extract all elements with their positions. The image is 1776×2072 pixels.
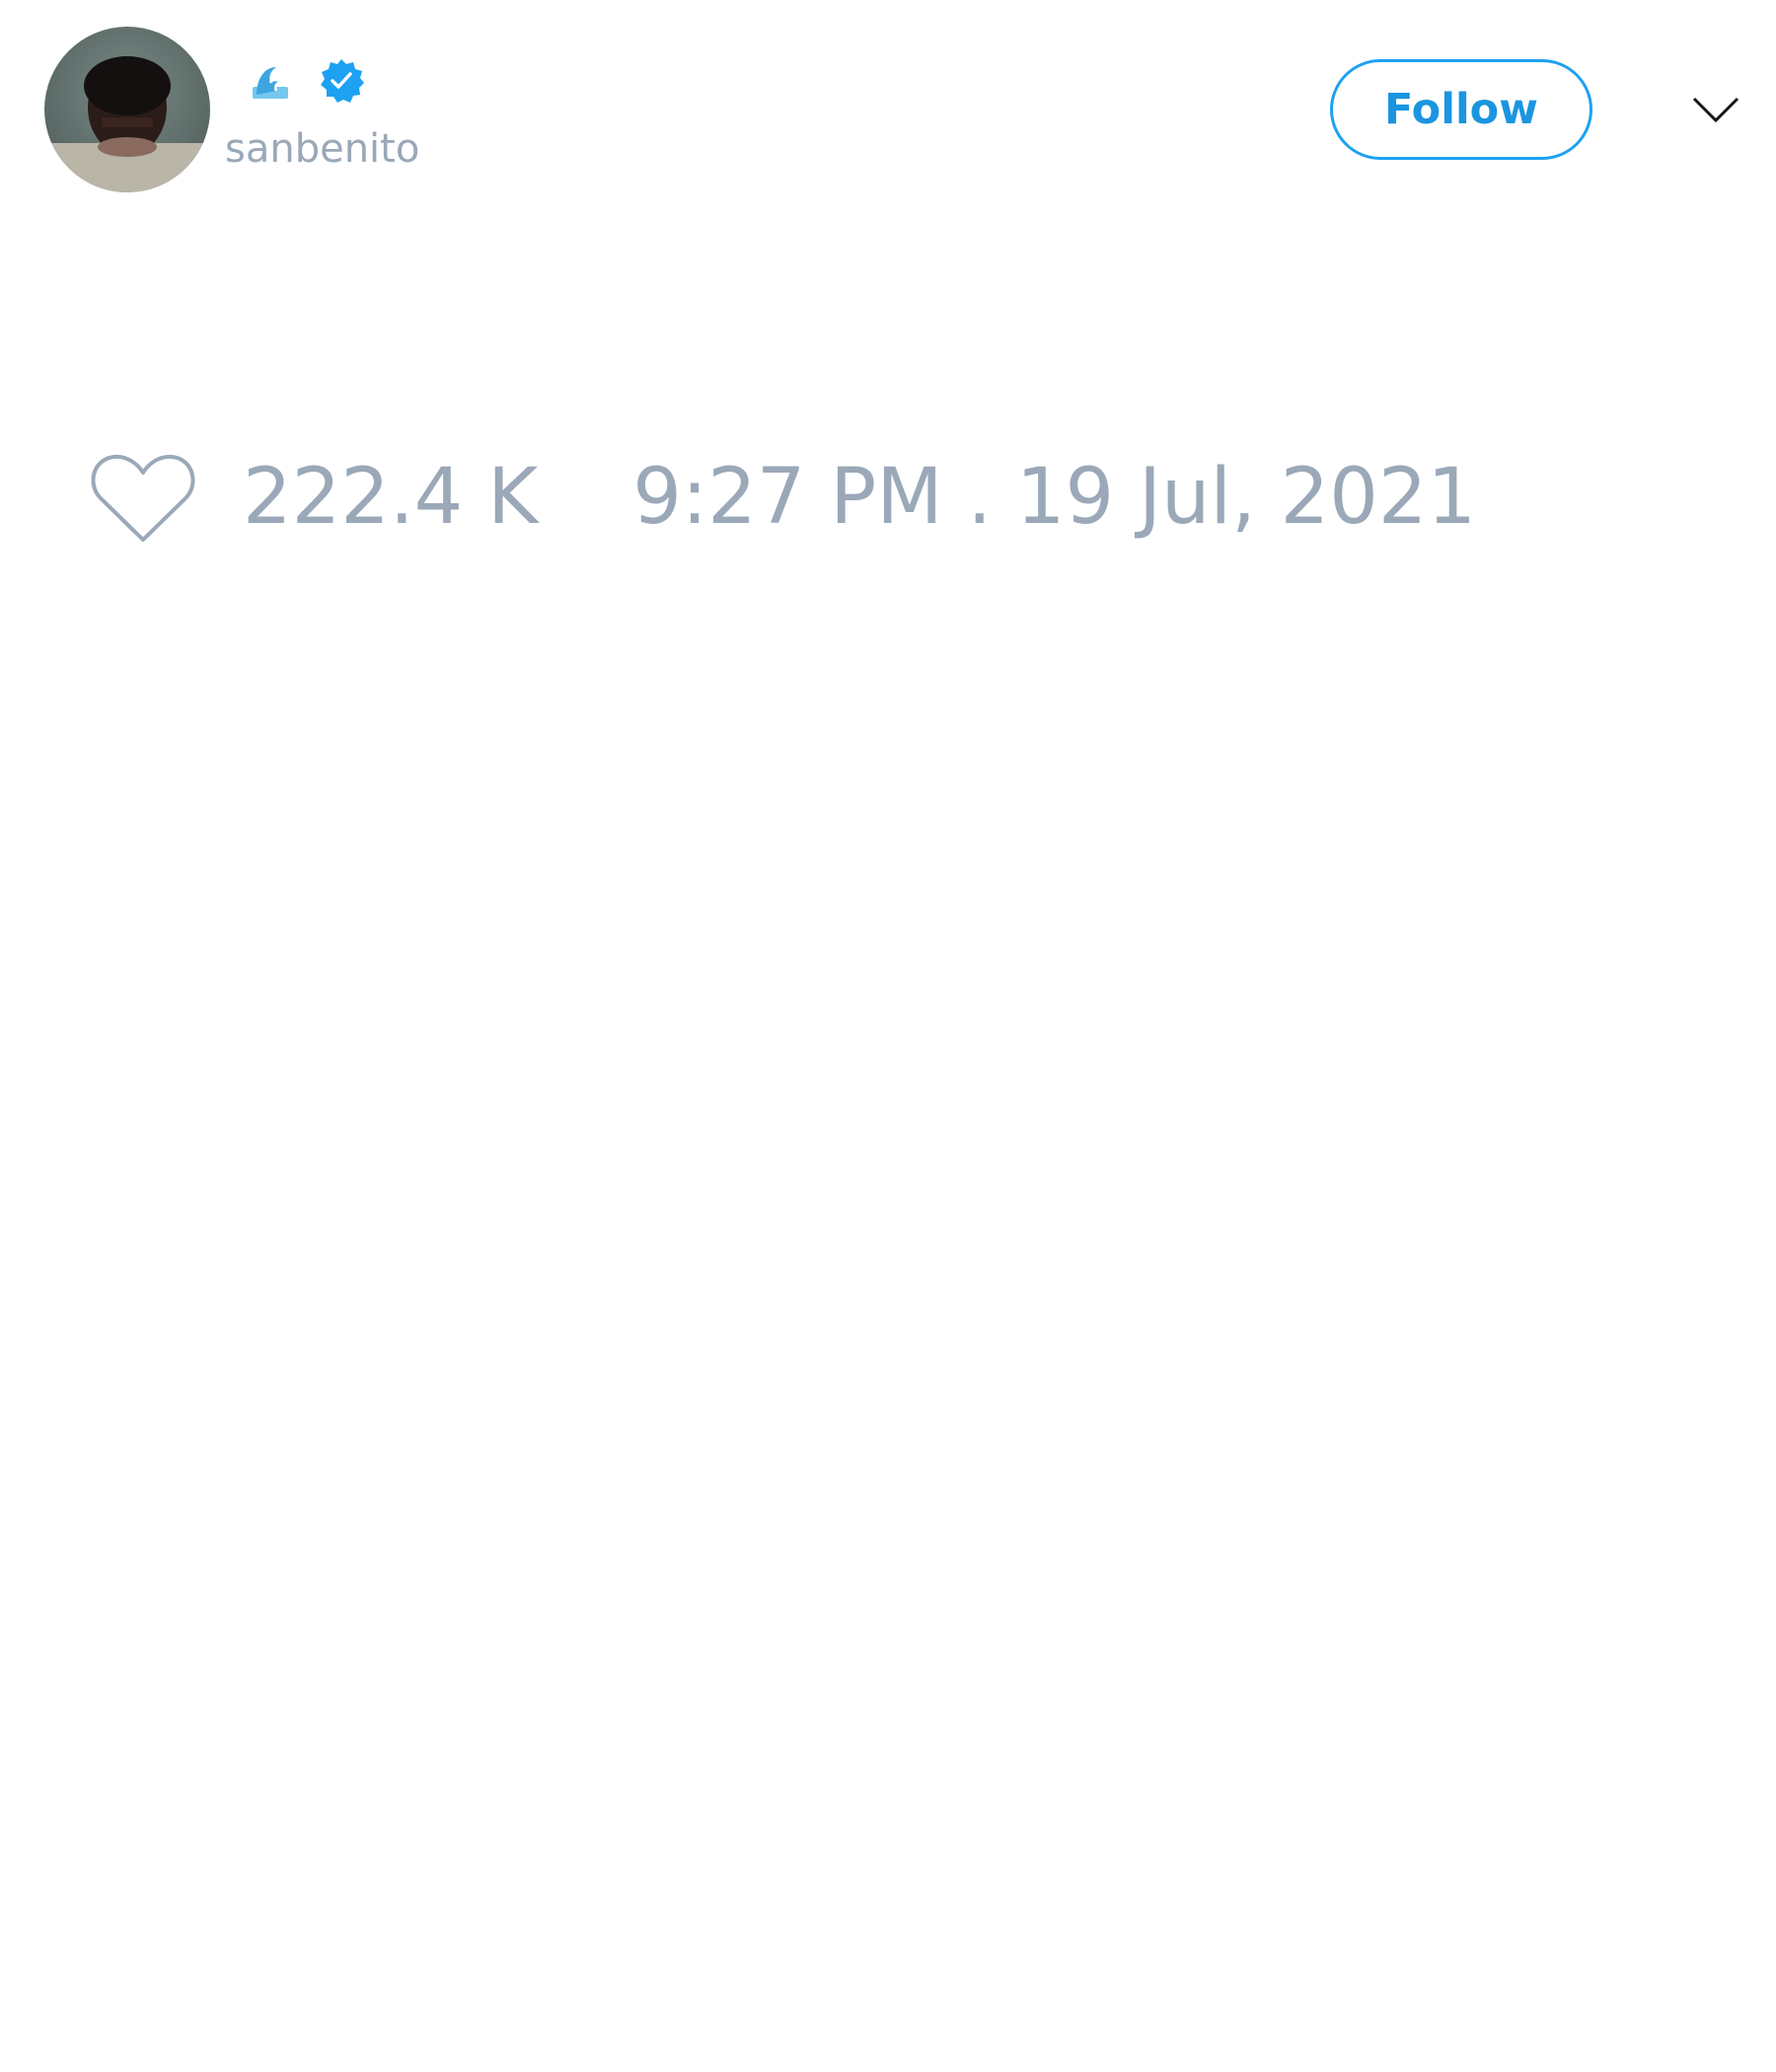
display-name [251,55,365,107]
verified-badge-icon [318,57,365,105]
avatar[interactable] [44,27,210,192]
chevron-down-icon[interactable] [1691,91,1740,128]
heart-icon[interactable] [89,449,197,546]
tweet-timestamp[interactable]: 9:27 PM . 19 Jul, 2021 [632,453,1476,542]
tweet-card: sanbenito Follow 222.4 K 9:27 PM . 19 Ju… [0,0,1776,2072]
tweet-stats: 222.4 K 9:27 PM . 19 Jul, 2021 [89,446,1476,549]
user-handle[interactable]: sanbenito [225,124,419,174]
like-count: 222.4 K [243,453,539,542]
follow-button[interactable]: Follow [1330,59,1592,160]
water-wave-icon [251,61,290,101]
